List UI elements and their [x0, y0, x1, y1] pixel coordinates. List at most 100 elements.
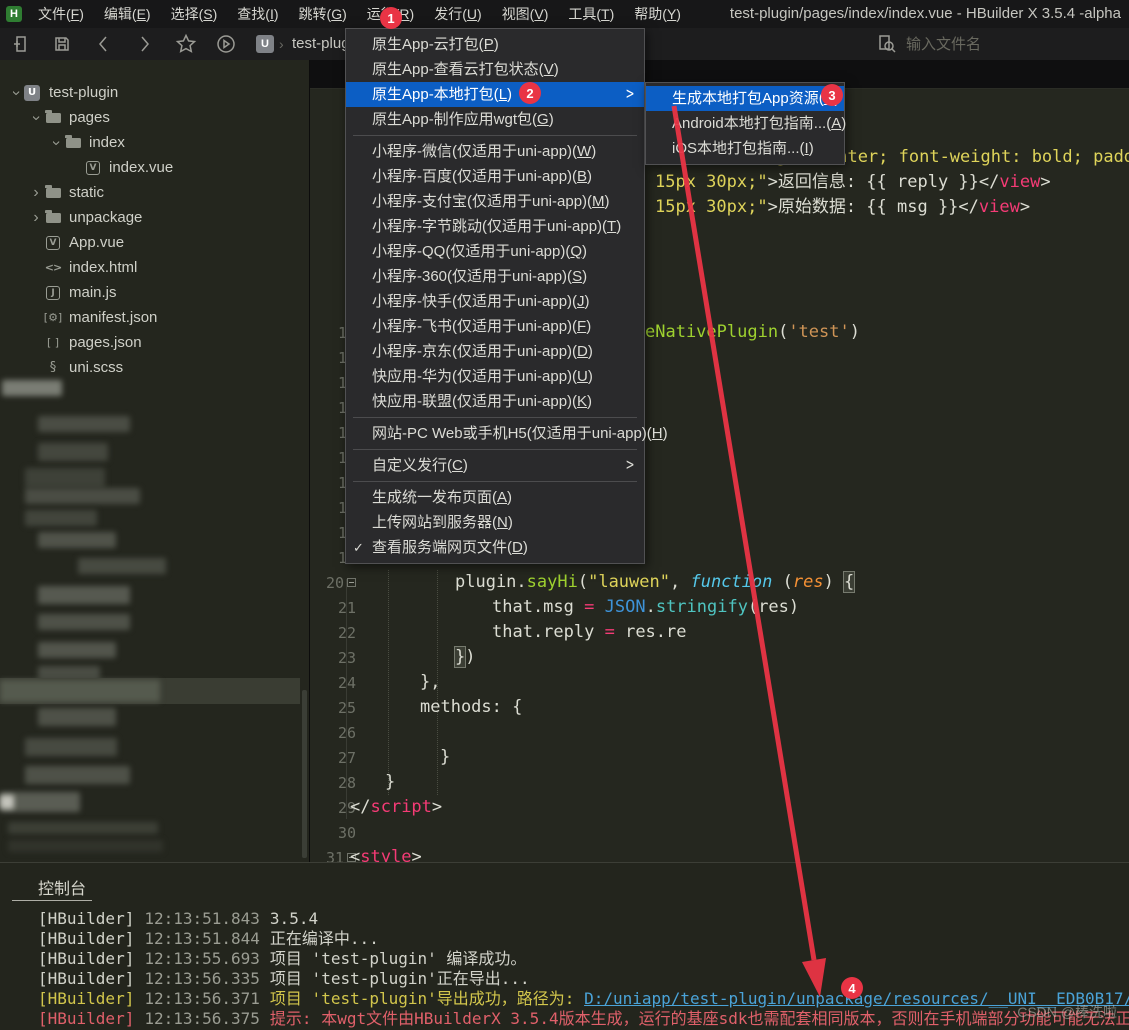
- code-token: eNativePlugin: [645, 322, 779, 342]
- line-number: 25: [337, 698, 356, 717]
- menu-item[interactable]: 上传网站到服务器(N): [346, 510, 644, 535]
- code-line[interactable]: 15px 30px;">返回信息: {{ reply }}</view>: [655, 170, 1051, 195]
- code-line[interactable]: 15px 30px;">原始数据: {{ msg }}</view>: [655, 195, 1030, 220]
- log-tag: [HBuilder]: [38, 1009, 135, 1028]
- code-line[interactable]: <style>: [350, 845, 422, 862]
- folder-open-icon: [44, 109, 62, 126]
- nav-forward-button[interactable]: [132, 32, 156, 56]
- gutter-row: 28: [310, 770, 356, 795]
- local-package-submenu: 生成本地打包App资源(R) Android本地打包指南...(A) iOS本地打包…: [645, 82, 846, 165]
- breadcrumb-project[interactable]: test-plug: [292, 32, 350, 56]
- log-tag: [HBuilder]: [38, 909, 135, 928]
- code-token: (res): [747, 597, 800, 617]
- menubar-item[interactable]: 编辑(E): [95, 0, 160, 28]
- chevron-open-icon[interactable]: ›: [7, 85, 25, 101]
- menu-item[interactable]: 原生App-云打包(P): [346, 32, 644, 57]
- menu-item[interactable]: 生成本地打包App资源(R): [646, 86, 844, 111]
- tree-item[interactable]: › index: [0, 130, 301, 155]
- menubar-item[interactable]: 选择(S): [162, 0, 227, 28]
- step-badge-2: 2: [519, 82, 541, 104]
- tree-item[interactable]: Vindex.vue: [0, 155, 301, 180]
- tree-item[interactable]: › static: [0, 180, 301, 205]
- menu-item[interactable]: 快应用-联盟(仅适用于uni-app)(K): [346, 389, 644, 414]
- code-line[interactable]: eNativePlugin('test'): [645, 320, 860, 345]
- code-line[interactable]: that.reply = res.re: [492, 620, 687, 645]
- console-log-row: [HBuilder] 12:13:55.693 项目 'test-plugin' 编…: [38, 949, 1129, 969]
- code-line[interactable]: </script>: [350, 795, 442, 820]
- code-line[interactable]: }: [440, 745, 450, 770]
- menubar-item[interactable]: 工具(T): [559, 0, 623, 28]
- save-button[interactable]: [50, 32, 74, 56]
- menu-item[interactable]: 原生App-制作应用wgt包(G): [346, 107, 644, 132]
- menu-item[interactable]: 原生App-本地打包(L) >: [346, 82, 644, 107]
- gutter-row: 21: [310, 595, 356, 620]
- tree-item[interactable]: [ ] pages.json: [0, 330, 301, 355]
- code-token: plugin.: [455, 572, 527, 592]
- menu-item[interactable]: 网站-PC Web或手机H5(仅适用于uni-app)(H): [346, 421, 668, 446]
- code-line[interactable]: },: [420, 670, 440, 695]
- tree-item[interactable]: Jmain.js: [0, 280, 301, 305]
- console-tab[interactable]: 控制台: [38, 875, 86, 899]
- menu-item[interactable]: 小程序-飞书(仅适用于uni-app)(F): [346, 314, 644, 339]
- tree-item[interactable]: › unpackage: [0, 205, 301, 230]
- menu-item[interactable]: 小程序-字节跳动(仅适用于uni-app)(T): [346, 214, 644, 239]
- log-time: 12:13:51.843: [144, 909, 260, 928]
- bookmark-button[interactable]: [174, 32, 198, 56]
- new-file-button[interactable]: [10, 32, 34, 56]
- chevron-closed-icon[interactable]: ›: [28, 209, 44, 227]
- tree-item[interactable]: › pages: [0, 105, 301, 130]
- menu-item[interactable]: 小程序-快手(仅适用于uni-app)(J): [346, 289, 644, 314]
- code-token: ): [465, 647, 476, 667]
- code-line[interactable]: }: [385, 770, 395, 795]
- menubar-item[interactable]: 视图(V): [493, 0, 558, 28]
- tree-item-label: static: [69, 184, 105, 201]
- chevron-open-icon[interactable]: ›: [47, 135, 65, 151]
- chevron-open-icon[interactable]: ›: [27, 110, 45, 126]
- menu-item[interactable]: 小程序-京东(仅适用于uni-app)(D): [346, 339, 644, 364]
- menubar-item[interactable]: 文件(F): [29, 0, 93, 28]
- menu-item[interactable]: 小程序-百度(仅适用于uni-app)(B): [346, 164, 644, 189]
- tree-item[interactable]: [⚙] manifest.json: [0, 305, 301, 330]
- menu-item[interactable]: 生成统一发布页面(A): [346, 485, 644, 510]
- console-tab-underline: [12, 900, 92, 901]
- menu-item[interactable]: 小程序-360(仅适用于uni-app)(S): [346, 264, 644, 289]
- menubar-item[interactable]: 跳转(G): [290, 0, 356, 28]
- code-token: >: [411, 847, 422, 862]
- step-badge-1: 1: [380, 7, 402, 29]
- menu-item[interactable]: ✓ 查看服务端网页文件(D): [346, 535, 644, 560]
- code-line[interactable]: methods: {: [420, 695, 522, 720]
- menu-item[interactable]: 自定义发行(C) >: [346, 453, 644, 478]
- file-search-input[interactable]: [906, 31, 1116, 57]
- menu-item[interactable]: 原生App-查看云打包状态(V): [346, 57, 644, 82]
- menu-item-label: 原生App-云打包(P): [372, 36, 499, 53]
- code-line[interactable]: }): [453, 645, 476, 670]
- code-line[interactable]: plugin.sayHi("lauwen", function (res) {: [455, 570, 856, 595]
- menubar-item[interactable]: 查找(I): [228, 0, 287, 28]
- tree-item[interactable]: § uni.scss: [0, 355, 301, 380]
- tree-item[interactable]: <> index.html: [0, 255, 301, 280]
- sidebar-scrollbar[interactable]: [302, 690, 307, 858]
- code-token: >: [1019, 197, 1031, 217]
- run-button[interactable]: [214, 32, 238, 56]
- menubar-item[interactable]: 帮助(Y): [625, 0, 690, 28]
- log-tag: [HBuilder]: [38, 989, 135, 1008]
- nav-back-button[interactable]: [92, 32, 116, 56]
- gutter-row: 22: [310, 620, 356, 645]
- window-title: test-plugin/pages/index/index.vue - HBui…: [729, 5, 1121, 22]
- menu-item[interactable]: 快应用-华为(仅适用于uni-app)(U): [346, 364, 644, 389]
- menu-item[interactable]: Android本地打包指南...(A): [646, 111, 846, 136]
- fold-marker-icon[interactable]: [347, 578, 356, 587]
- console-log-row: [HBuilder] 12:13:56.371 项目 'test-plugin'导出…: [38, 989, 1129, 1009]
- menu-item[interactable]: 小程序-QQ(仅适用于uni-app)(Q): [346, 239, 644, 264]
- console-panel: 控制台 [HBuilder] 12:13:51.843 3.5.4 [HBuilder…: [0, 862, 1129, 1030]
- code-token: }: [385, 772, 396, 792]
- menu-item[interactable]: 小程序-微信(仅适用于uni-app)(W): [346, 139, 644, 164]
- menubar-item[interactable]: 发行(U): [425, 0, 490, 28]
- menu-item[interactable]: iOS本地打包指南...(I): [646, 136, 844, 161]
- code-line[interactable]: that.msg = JSON.stringify(res): [492, 595, 799, 620]
- tree-item[interactable]: › Utest-plugin: [0, 80, 301, 105]
- redacted-item: [0, 795, 14, 809]
- chevron-closed-icon[interactable]: ›: [28, 184, 44, 202]
- menu-item[interactable]: 小程序-支付宝(仅适用于uni-app)(M): [346, 189, 644, 214]
- tree-item[interactable]: V App.vue: [0, 230, 301, 255]
